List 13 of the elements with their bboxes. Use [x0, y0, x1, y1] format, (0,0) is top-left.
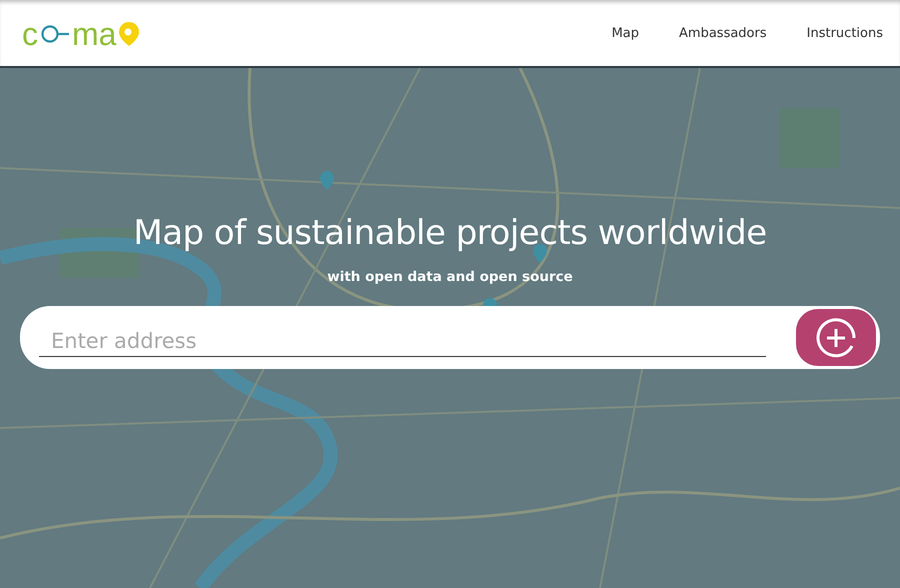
hero-subtitle: with open data and open source: [327, 269, 573, 285]
logo-text: ma: [72, 18, 116, 50]
hero-title: Map of sustainable projects worldwide: [133, 213, 767, 253]
nav-link[interactable]: Instructions: [806, 26, 883, 40]
nav-link[interactable]: Ambassadors: [679, 26, 767, 40]
search-bar[interactable]: Enter address: [20, 306, 880, 369]
plus-circle-icon: [814, 316, 858, 360]
ring-icon: [40, 23, 70, 45]
nav-link[interactable]: Map: [612, 26, 640, 40]
logo-text: c: [22, 18, 38, 50]
address-field[interactable]: Enter address: [39, 324, 766, 356]
pin-icon: [118, 21, 140, 47]
add-button[interactable]: [796, 309, 876, 366]
